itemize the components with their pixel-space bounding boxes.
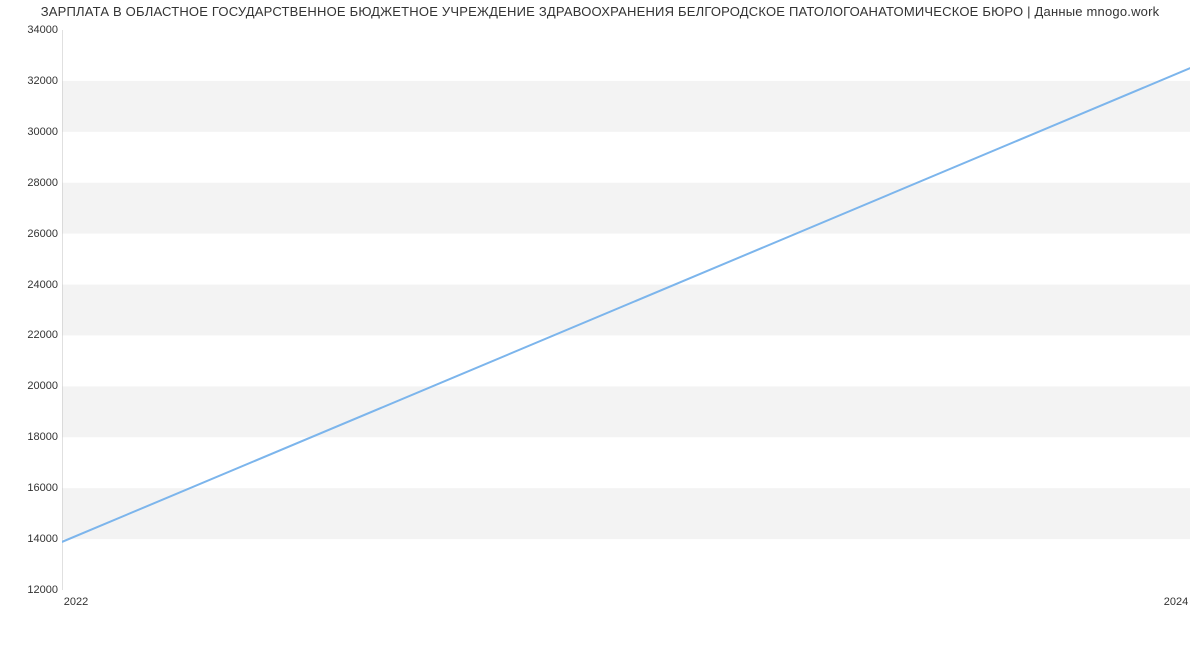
x-tick-label: 2022 xyxy=(64,596,88,608)
chart-svg xyxy=(62,30,1190,590)
y-tick-label: 26000 xyxy=(8,228,58,240)
grid-band xyxy=(62,183,1190,234)
chart-title: ЗАРПЛАТА В ОБЛАСТНОЕ ГОСУДАРСТВЕННОЕ БЮД… xyxy=(0,4,1200,19)
y-tick-label: 20000 xyxy=(8,380,58,392)
plot-area xyxy=(62,30,1190,590)
y-tick-label: 28000 xyxy=(8,177,58,189)
y-tick-label: 24000 xyxy=(8,279,58,291)
grid-band xyxy=(62,285,1190,336)
y-tick-label: 18000 xyxy=(8,431,58,443)
grid-band xyxy=(62,81,1190,132)
y-tick-label: 22000 xyxy=(8,329,58,341)
y-tick-label: 32000 xyxy=(8,75,58,87)
grid-band xyxy=(62,488,1190,539)
y-tick-label: 16000 xyxy=(8,482,58,494)
chart-container: ЗАРПЛАТА В ОБЛАСТНОЕ ГОСУДАРСТВЕННОЕ БЮД… xyxy=(0,0,1200,650)
grid-band xyxy=(62,386,1190,437)
y-tick-label: 12000 xyxy=(8,584,58,596)
y-tick-label: 34000 xyxy=(8,24,58,36)
y-tick-label: 30000 xyxy=(8,126,58,138)
y-tick-label: 14000 xyxy=(8,533,58,545)
x-tick-label: 2024 xyxy=(1164,596,1188,608)
